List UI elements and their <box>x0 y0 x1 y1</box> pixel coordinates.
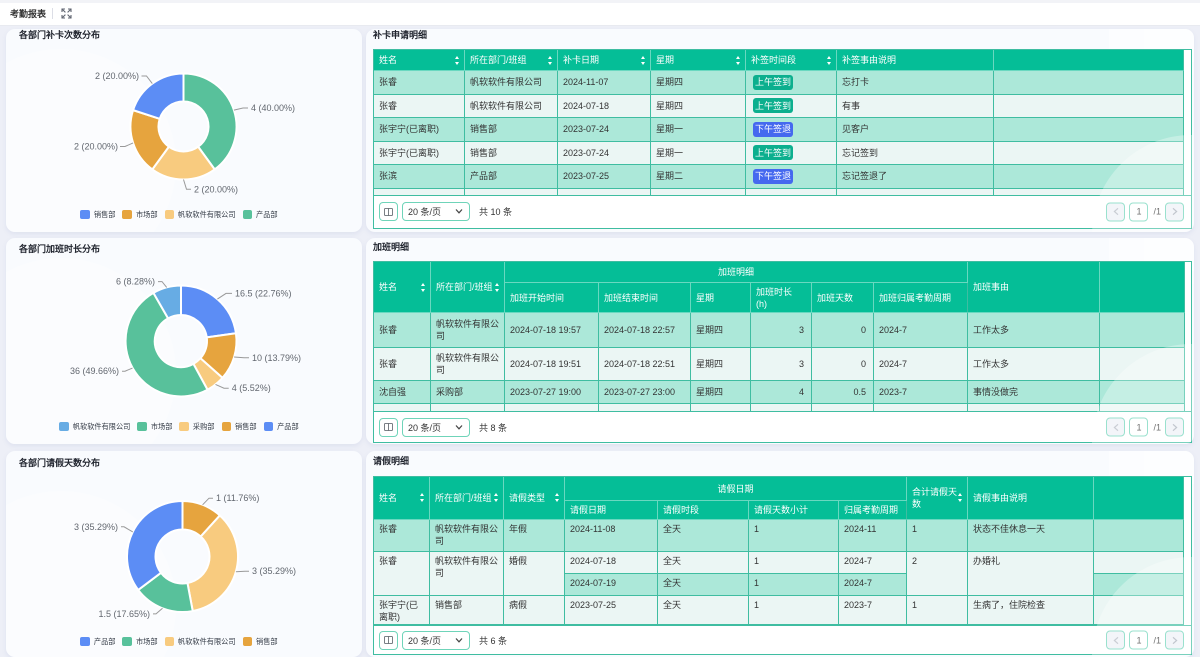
svg-text:36 (49.66%): 36 (49.66%) <box>70 366 119 376</box>
svg-text:2 (20.00%): 2 (20.00%) <box>95 71 139 81</box>
svg-text:2 (20.00%): 2 (20.00%) <box>74 142 118 152</box>
svg-text:10 (13.79%): 10 (13.79%) <box>252 353 301 363</box>
svg-text:3 (35.29%): 3 (35.29%) <box>74 522 118 532</box>
svg-text:6 (8.28%): 6 (8.28%) <box>116 277 155 287</box>
svg-text:2 (20.00%): 2 (20.00%) <box>194 184 238 194</box>
svg-text:4 (40.00%): 4 (40.00%) <box>251 103 295 113</box>
svg-text:1.5 (17.65%): 1.5 (17.65%) <box>98 609 150 619</box>
svg-text:1 (11.76%): 1 (11.76%) <box>216 493 259 503</box>
svg-text:4 (5.52%): 4 (5.52%) <box>232 383 271 393</box>
svg-text:3 (35.29%): 3 (35.29%) <box>252 566 296 576</box>
svg-text:16.5 (22.76%): 16.5 (22.76%) <box>235 288 292 298</box>
